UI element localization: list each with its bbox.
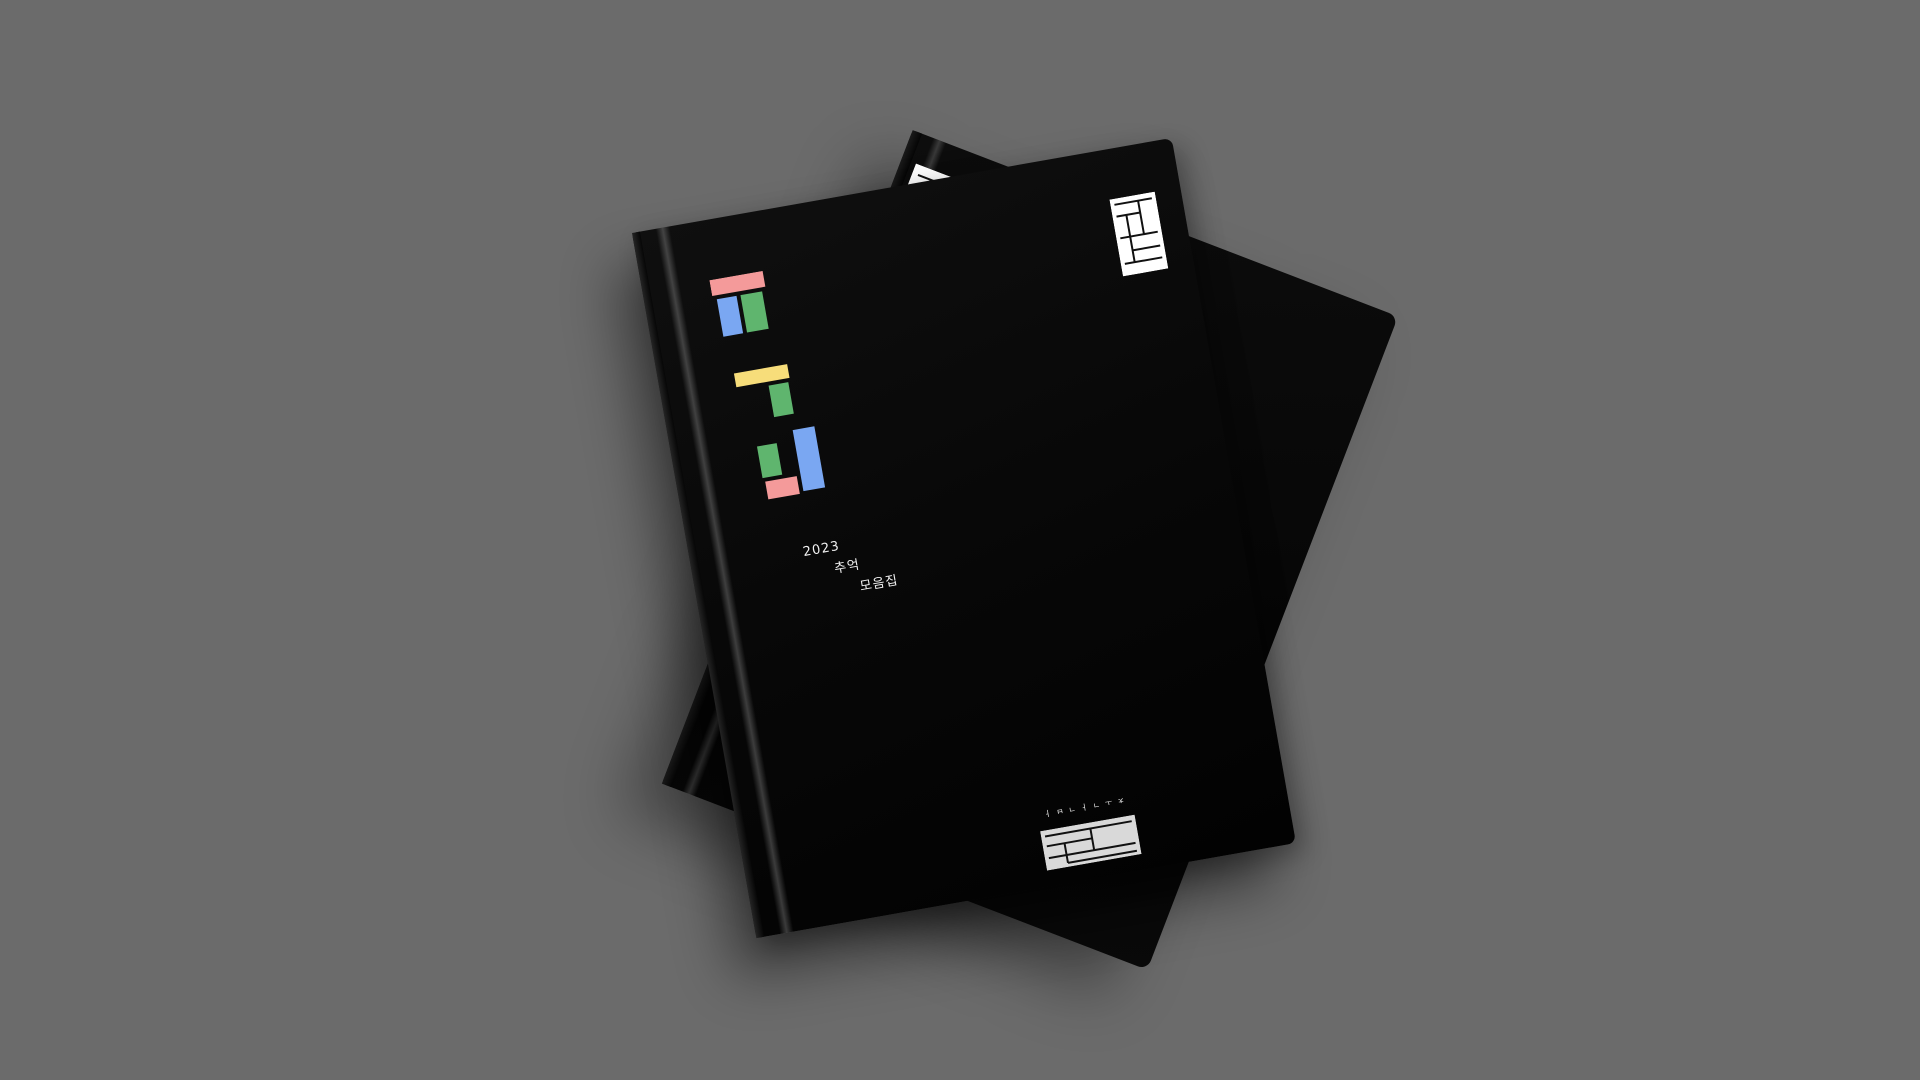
publisher-logo-icon [1040, 814, 1142, 871]
logo-glyph-3 [756, 426, 826, 500]
subtitle-line-3: 모음집 [858, 573, 900, 595]
product-mockup-scene: 2023 추억 모음집 ㅊㅗㄱㅏㄱㅂㅏ [0, 0, 1920, 1080]
subtitle-year: 2023 [801, 538, 841, 561]
logo-glyph-1 [709, 270, 769, 337]
publisher-text: ㅊㅗㄱㅏㄱㅂㅏ [1038, 795, 1126, 820]
subtitle-line-2: 추억 [833, 557, 862, 577]
corner-label-icon [1109, 191, 1169, 277]
logo-glyph-2 [733, 364, 794, 418]
title-logo [709, 270, 826, 500]
